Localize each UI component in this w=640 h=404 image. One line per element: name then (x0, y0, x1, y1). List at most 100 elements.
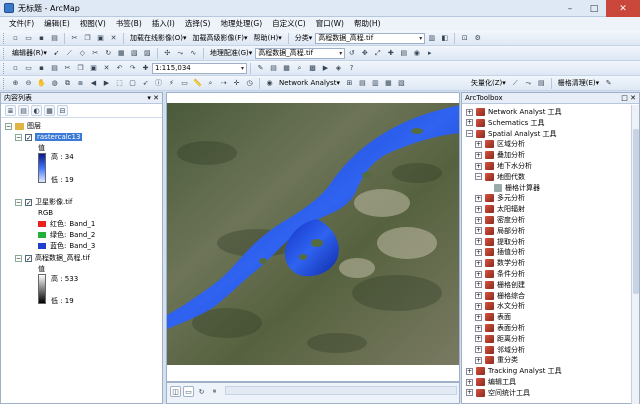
georef-layer-dropdown[interactable]: 高程数据_高程.tif ▾ (255, 47, 346, 59)
expand-icon[interactable]: + (475, 346, 482, 354)
list-by-selection-icon[interactable]: ▦ (44, 105, 55, 116)
network-window-icon[interactable]: ▥ (370, 78, 381, 89)
globe-icon[interactable]: ◉ (264, 78, 275, 89)
layer-name[interactable]: 卫星影像.tif (35, 197, 72, 207)
layer-visibility-checkbox[interactable]: ✓ (25, 198, 32, 206)
settings-icon[interactable]: ⚙ (472, 33, 483, 44)
pan-icon[interactable]: ✋ (36, 78, 47, 89)
select-elements-icon[interactable]: ➶ (140, 78, 151, 89)
expand-icon[interactable]: + (475, 151, 482, 159)
paste-icon[interactable]: ▣ (95, 33, 106, 44)
full-extent-icon[interactable]: ◍ (49, 78, 60, 89)
link-table-icon[interactable]: ▤ (398, 48, 409, 59)
layer-row-satellite[interactable]: − ✓ 卫星影像.tif (15, 197, 72, 207)
print-icon[interactable]: ▤ (49, 33, 60, 44)
layout-view-icon[interactable]: ▭ (183, 386, 194, 397)
edit-tool-icon[interactable]: ➹ (51, 48, 62, 59)
map-canvas[interactable] (167, 93, 460, 382)
menu-customize[interactable]: 自定义(C) (267, 17, 311, 31)
collapse-icon[interactable]: − (15, 198, 22, 206)
menu-insert[interactable]: 插入(I) (147, 17, 180, 31)
vertex-icon[interactable]: ◇ (77, 48, 88, 59)
layer-name[interactable]: rastercalc13 (35, 133, 83, 141)
expand-icon[interactable]: + (475, 162, 482, 170)
maximize-button[interactable]: □ (582, 0, 606, 17)
delete-icon[interactable]: ✕ (108, 33, 119, 44)
refresh-icon[interactable]: ↻ (196, 386, 207, 397)
forward-icon[interactable]: ▶ (101, 78, 112, 89)
collapse-icon[interactable]: − (5, 122, 12, 130)
toolbox-item[interactable]: + 地下水分析 (475, 161, 532, 171)
data-view-icon[interactable]: ◫ (170, 386, 181, 397)
cleanup-tool-icon[interactable]: ✎ (603, 78, 614, 89)
select-features-icon[interactable]: ⬚ (114, 78, 125, 89)
toc-root-row[interactable]: − 图层 (5, 121, 41, 131)
save-doc-icon[interactable]: ▪ (36, 63, 47, 74)
toolbox-item[interactable]: + 空间统计工具 (466, 388, 530, 398)
pause-drawing-icon[interactable]: ⏸ (209, 386, 220, 397)
catalog-icon[interactable]: ▦ (281, 63, 292, 74)
expand-icon[interactable]: + (466, 119, 473, 127)
expand-icon[interactable]: + (475, 302, 482, 310)
sketch-props-icon[interactable]: ▧ (129, 48, 140, 59)
paste-doc-icon[interactable]: ▣ (88, 63, 99, 74)
toolbox-item[interactable]: + 水文分析 (475, 301, 525, 311)
menu-file[interactable]: 文件(F) (4, 17, 39, 31)
toolbox-item[interactable]: + 多元分析 (475, 193, 525, 203)
split-icon[interactable]: ✂ (90, 48, 101, 59)
toc-icon[interactable]: ▤ (268, 63, 279, 74)
expand-icon[interactable]: + (475, 227, 482, 235)
toolbox-item[interactable]: + 数学分析 (475, 258, 525, 268)
toolbox-item[interactable]: + 重分类 (475, 355, 518, 365)
toolbox-item[interactable]: + 栅格综合 (475, 291, 525, 301)
expand-icon[interactable]: + (475, 324, 482, 332)
menu-help[interactable]: 帮助(H) (349, 17, 386, 31)
toolbox-item[interactable]: 栅格计算器 (484, 183, 540, 193)
toolbox-item[interactable]: + Network Analyst 工具 (466, 107, 562, 117)
list-by-source-icon[interactable]: ▤ (18, 105, 29, 116)
toolbox-item[interactable]: + 条件分析 (475, 269, 525, 279)
classify-layer-dropdown[interactable]: 高程数据_高程.tif ▾ (315, 32, 426, 44)
model-builder-icon[interactable]: ◈ (333, 63, 344, 74)
toolbox-item[interactable]: + 邻域分析 (475, 345, 525, 355)
toolbox-item[interactable]: + 提取分析 (475, 237, 525, 247)
layer-visibility-checkbox[interactable]: ✓ (25, 254, 32, 262)
menu-bookmarks[interactable]: 书签(B) (111, 17, 147, 31)
network-tool-icon[interactable]: ⊞ (344, 78, 355, 89)
expand-icon[interactable]: + (475, 356, 482, 364)
expand-icon[interactable]: + (475, 248, 482, 256)
network-build-icon[interactable]: ▧ (396, 78, 407, 89)
layer-name[interactable]: 高程数据_高程.tif (35, 253, 90, 263)
editor-menu[interactable]: 编辑器(R)▾ (9, 48, 50, 58)
layer-row-elevation[interactable]: − ✓ 高程数据_高程.tif (15, 253, 90, 263)
classify-tool-icon[interactable]: ◧ (439, 33, 450, 44)
network-solve-icon[interactable]: ▤ (357, 78, 368, 89)
find-icon[interactable]: ⌕ (205, 78, 216, 89)
arctoolbox-icon[interactable]: ▩ (307, 63, 318, 74)
expand-icon[interactable]: + (466, 108, 473, 116)
toolbox-item[interactable]: + Tracking Analyst 工具 (466, 366, 562, 376)
toolbox-item[interactable]: + Schematics 工具 (466, 118, 545, 128)
collapse-icon[interactable]: − (15, 254, 22, 262)
minimize-button[interactable]: – (558, 0, 582, 17)
toolbox-item[interactable]: + 插值分析 (475, 247, 525, 257)
zoom-out-icon[interactable]: ⊖ (23, 78, 34, 89)
map-display[interactable] (166, 92, 460, 382)
editor-toolbar-icon[interactable]: ✎ (255, 63, 266, 74)
rotate-layer-icon[interactable]: ↺ (346, 48, 357, 59)
clear-selection-icon[interactable]: ▢ (127, 78, 138, 89)
undo-icon[interactable]: ↶ (114, 63, 125, 74)
expand-icon[interactable]: + (475, 281, 482, 289)
copy-icon[interactable]: ❐ (82, 33, 93, 44)
collapse-icon[interactable]: − (15, 133, 22, 141)
vectorization-menu[interactable]: 矢量化(Z)▾ (468, 78, 509, 88)
expand-icon[interactable]: + (475, 238, 482, 246)
scale-dropdown[interactable]: 1:115,034 ▾ (152, 62, 247, 74)
print-doc-icon[interactable]: ▤ (49, 63, 60, 74)
toc-pin-close[interactable]: ▾ ✕ (147, 93, 159, 104)
layer-visibility-checkbox[interactable]: ✓ (25, 133, 32, 141)
delete-doc-icon[interactable]: ✕ (101, 63, 112, 74)
arctoolbox-pin-close[interactable]: □ ✕ (621, 93, 636, 104)
open-icon[interactable]: ▭ (23, 33, 34, 44)
identify-icon[interactable]: ⓘ (153, 78, 164, 89)
